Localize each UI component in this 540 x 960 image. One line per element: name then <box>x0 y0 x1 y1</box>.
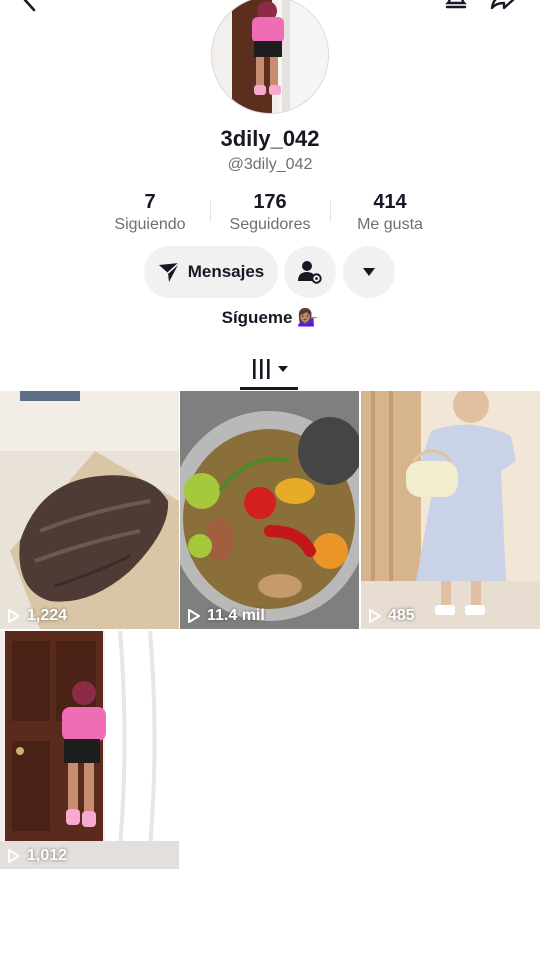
stat-likes[interactable]: 414 Me gusta <box>330 190 450 234</box>
video-thumbnail[interactable]: 1,224 <box>0 391 179 629</box>
bell-icon[interactable] <box>443 0 469 12</box>
message-button-label: Mensajes <box>187 262 265 281</box>
bio-text: Sígueme <box>221 308 293 327</box>
username: 3dily_042 <box>220 126 320 151</box>
stat-likes-label: Me gusta <box>357 216 423 233</box>
play-icon <box>7 848 21 864</box>
tab-bar <box>0 352 540 390</box>
video-thumbnail[interactable]: 485 <box>361 391 540 629</box>
add-friend-icon <box>297 259 323 285</box>
stat-followers-value: 176 <box>253 191 287 213</box>
more-options-button[interactable] <box>343 246 395 298</box>
share-icon[interactable] <box>490 0 516 12</box>
stat-followers-label: Seguidores <box>229 216 311 233</box>
video-views: 485 <box>368 607 415 625</box>
tab-videos[interactable] <box>250 356 292 382</box>
user-handle: @3dily_042 <box>227 156 313 173</box>
video-thumbnail[interactable]: 1,012 <box>0 631 179 869</box>
chevron-left-icon[interactable] <box>18 0 42 12</box>
bio: Sígueme 💁🏽‍♀️ <box>0 308 540 328</box>
tab-active-indicator <box>240 387 298 390</box>
stat-following-label: Siguiendo <box>114 216 186 233</box>
video-thumbnail[interactable]: 11.4 mil <box>180 391 359 629</box>
stat-likes-value: 414 <box>373 191 407 213</box>
play-icon <box>187 608 201 624</box>
video-views: 11.4 mil <box>187 607 265 625</box>
grid-icon <box>250 357 290 381</box>
stat-followers[interactable]: 176 Seguidores <box>210 190 330 234</box>
message-button[interactable]: Mensajes <box>144 246 278 298</box>
stat-following[interactable]: 7 Siguiendo <box>90 190 210 234</box>
play-icon <box>7 608 21 624</box>
video-views-count: 11.4 mil <box>207 607 265 624</box>
profile-stats: 7 Siguiendo 176 Seguidores 414 Me gusta <box>90 190 450 234</box>
play-icon <box>368 608 382 624</box>
video-views-count: 485 <box>388 607 415 624</box>
bio-emoji: 💁🏽‍♀️ <box>297 308 319 327</box>
video-views-count: 1,012 <box>27 847 68 864</box>
caret-down-icon <box>362 267 376 277</box>
video-views-count: 1,224 <box>27 607 68 624</box>
avatar[interactable] <box>211 0 329 114</box>
add-friend-button[interactable] <box>284 246 336 298</box>
stat-following-value: 7 <box>144 191 156 213</box>
send-icon <box>158 261 180 283</box>
video-views: 1,012 <box>7 847 67 865</box>
video-views: 1,224 <box>7 607 67 625</box>
